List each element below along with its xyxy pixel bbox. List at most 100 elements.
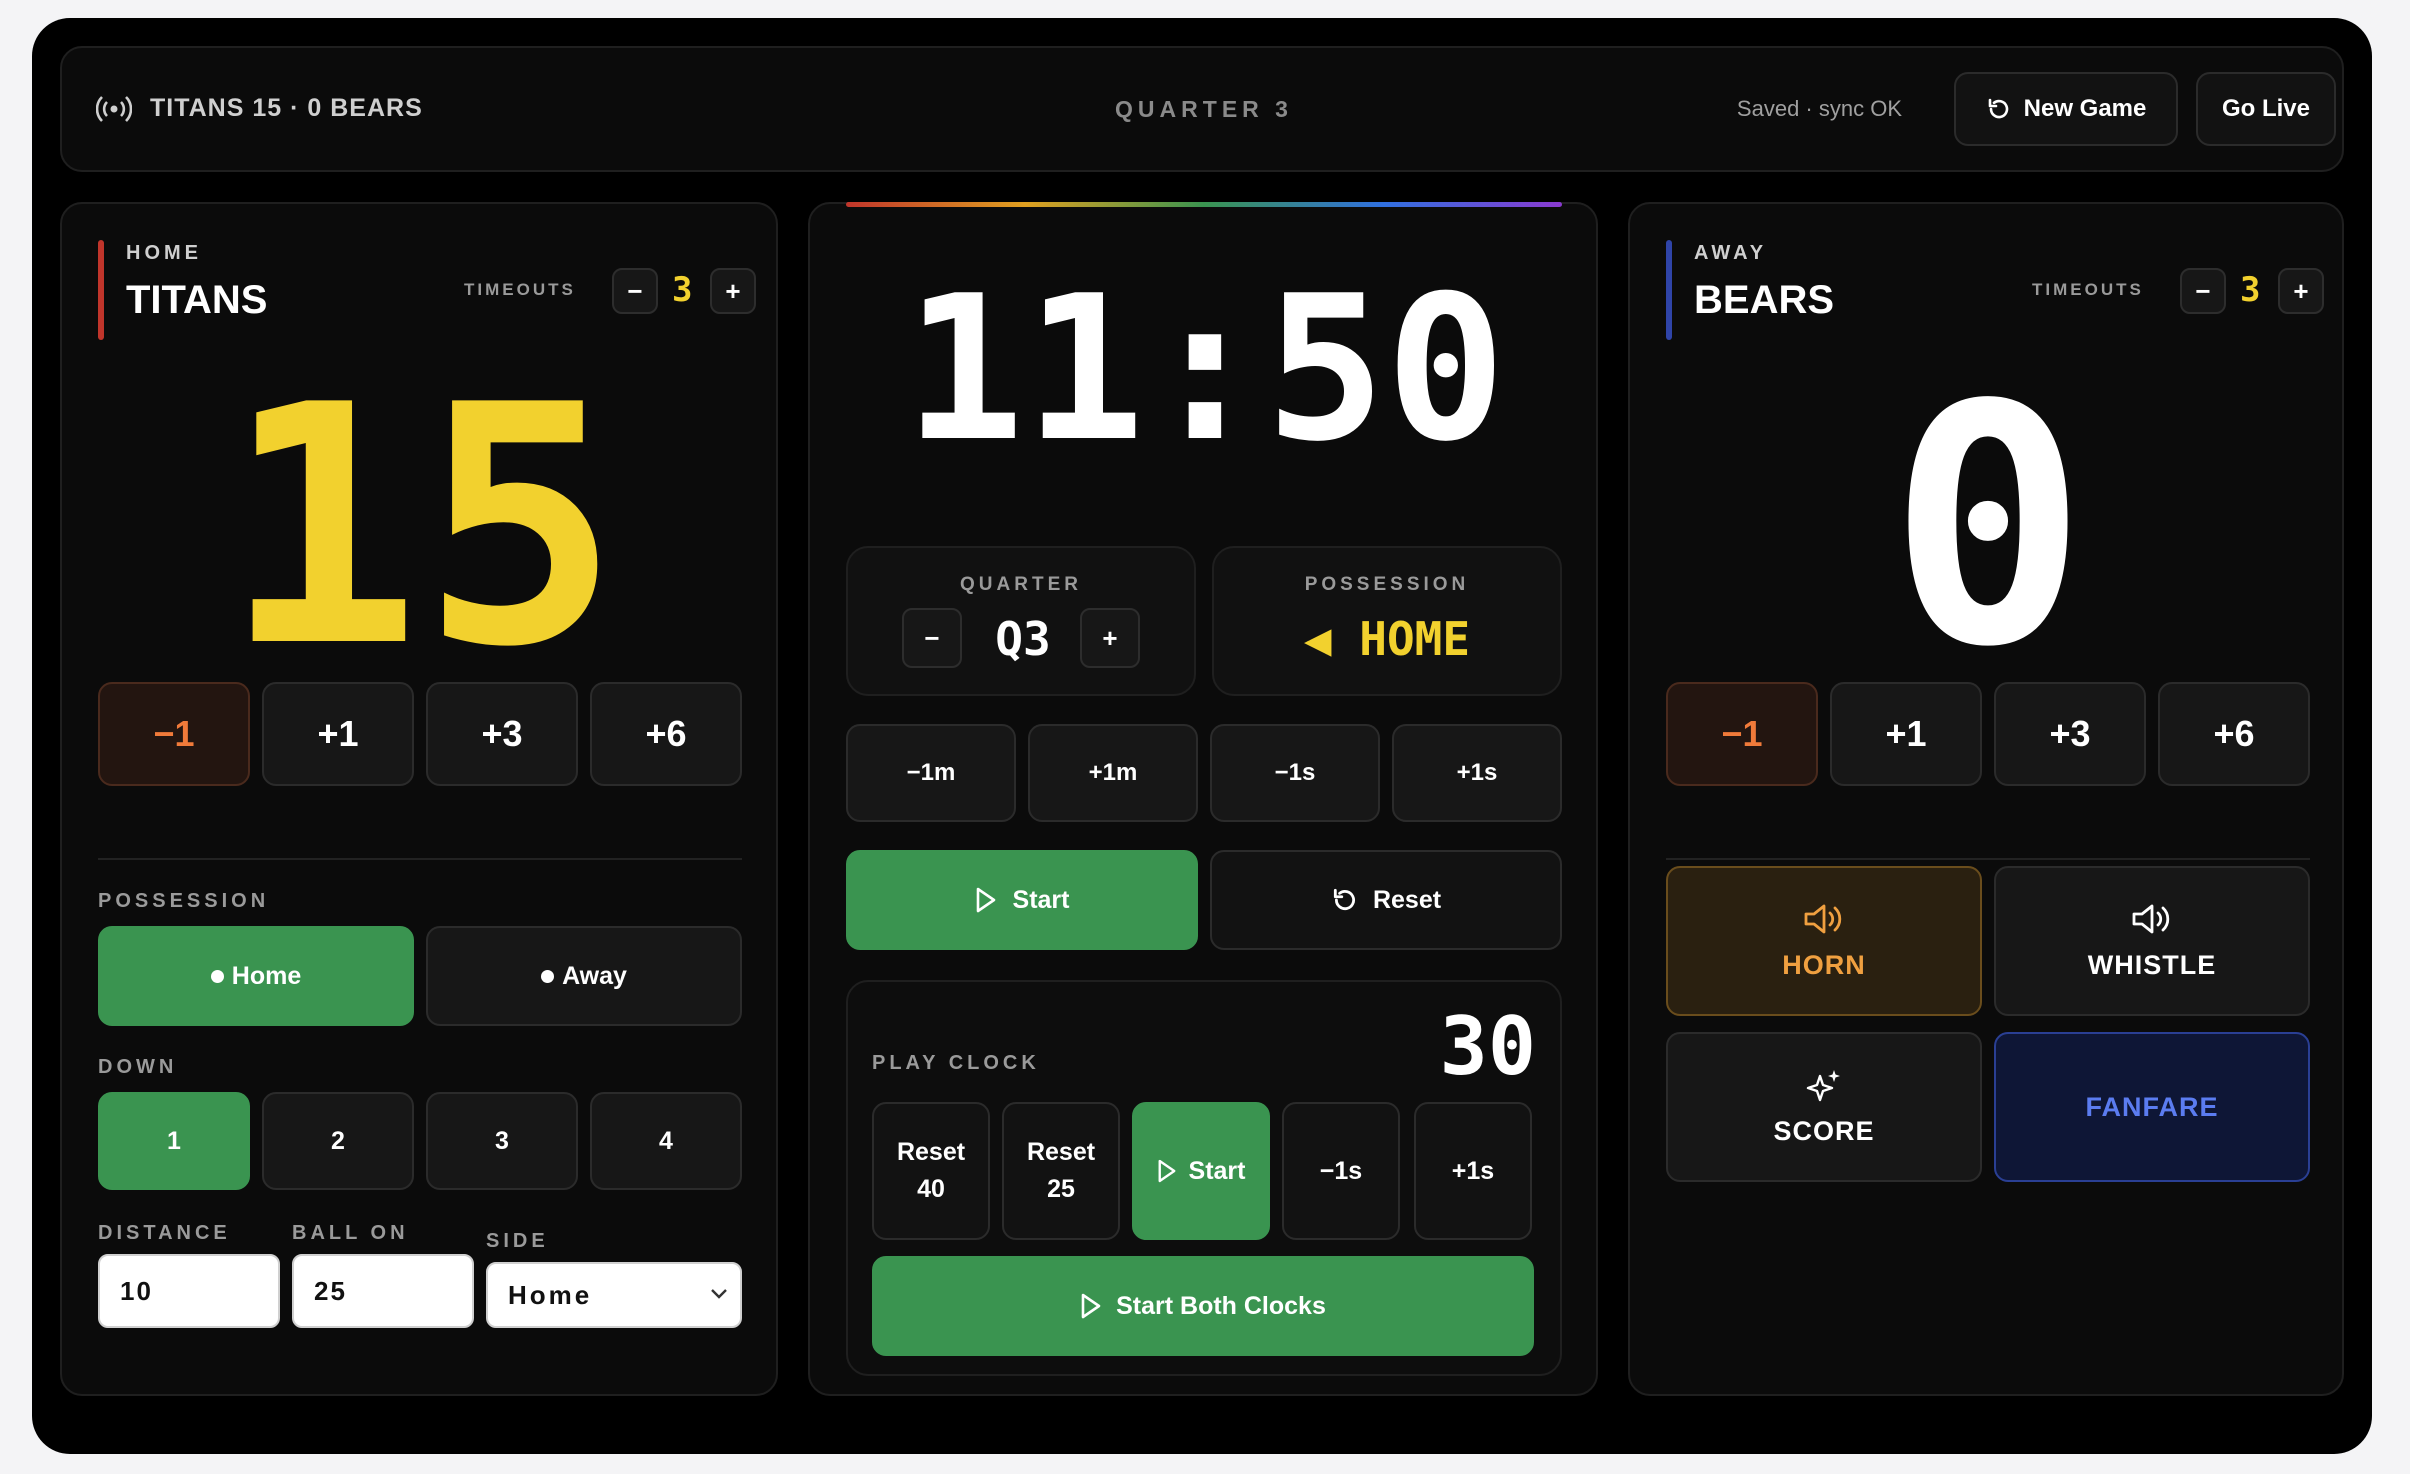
home-team-name: TITANS bbox=[126, 278, 268, 322]
clock-reset-button[interactable]: Reset bbox=[1210, 850, 1562, 950]
clock-minus-1m-button[interactable]: −1m bbox=[846, 724, 1016, 822]
away-timeout-minus-button[interactable]: − bbox=[2180, 268, 2226, 314]
home-panel: HOME TITANS TIMEOUTS − 3 + 15 −1 +1 +3 +… bbox=[60, 202, 778, 1396]
horn-button[interactable]: HORN bbox=[1666, 866, 1982, 1016]
away-team-name: BEARS bbox=[1694, 278, 1835, 322]
home-timeout-minus-button[interactable]: − bbox=[612, 268, 658, 314]
distance-input[interactable]: 10 bbox=[98, 1254, 280, 1328]
down-2-button[interactable]: 2 bbox=[262, 1092, 414, 1190]
away-minus1-button[interactable]: −1 bbox=[1666, 682, 1818, 786]
possession-away-button[interactable]: Away bbox=[426, 926, 742, 1026]
home-side-label: HOME bbox=[126, 242, 202, 264]
new-game-button[interactable]: New Game bbox=[1954, 72, 2178, 146]
clock-plus-1s-button[interactable]: +1s bbox=[1392, 724, 1562, 822]
go-live-label: Go Live bbox=[2221, 95, 2311, 122]
play-clock-start-button[interactable]: Start bbox=[1132, 1102, 1270, 1240]
home-plus3-button[interactable]: +3 bbox=[426, 682, 578, 786]
header-bar: TITANS 15 · 0 BEARS QUARTER 3 Saved · sy… bbox=[60, 46, 2344, 172]
home-score: 15 bbox=[222, 335, 620, 719]
app-frame: TITANS 15 · 0 BEARS QUARTER 3 Saved · sy… bbox=[32, 18, 2372, 1454]
quarter-box: QUARTER − Q3 + bbox=[846, 546, 1196, 696]
score-sound-button[interactable]: SCORE bbox=[1666, 1032, 1982, 1182]
speaker-icon bbox=[2130, 902, 2174, 936]
quarter-box-label: QUARTER bbox=[960, 574, 1082, 595]
play-clock-minus-button[interactable]: −1s bbox=[1282, 1102, 1400, 1240]
home-accent-bar bbox=[98, 240, 104, 340]
reset-25-bottom: 25 bbox=[1047, 1175, 1075, 1203]
ball-on-label: BALL ON bbox=[292, 1222, 409, 1244]
new-game-label: New Game bbox=[2023, 95, 2147, 122]
away-timeouts-label: TIMEOUTS bbox=[2032, 280, 2144, 299]
reset-icon bbox=[1986, 96, 2012, 122]
home-timeouts-label: TIMEOUTS bbox=[464, 280, 576, 299]
reset-40-bottom: 40 bbox=[917, 1175, 945, 1203]
clock-plus-1m-button[interactable]: +1m bbox=[1028, 724, 1198, 822]
home-minus1-button[interactable]: −1 bbox=[98, 682, 250, 786]
home-plus6-button[interactable]: +6 bbox=[590, 682, 742, 786]
go-live-button[interactable]: Go Live bbox=[2196, 72, 2336, 146]
reset-25-button[interactable]: Reset 25 bbox=[1002, 1102, 1120, 1240]
ball-on-input[interactable]: 25 bbox=[292, 1254, 474, 1328]
score-sound-label: SCORE bbox=[1773, 1115, 1875, 1146]
center-panel: 11:50 QUARTER − Q3 + POSSESSION ◀ HOME −… bbox=[808, 202, 1598, 1396]
possession-home-label: Home bbox=[231, 961, 302, 990]
home-plus1-button[interactable]: +1 bbox=[262, 682, 414, 786]
possession-indicator: ◀ HOME bbox=[1303, 612, 1471, 666]
away-plus6-button[interactable]: +6 bbox=[2158, 682, 2310, 786]
clock-reset-label: Reset bbox=[1372, 885, 1442, 914]
play-icon bbox=[1080, 1293, 1102, 1319]
away-timeout-plus-button[interactable]: + bbox=[2278, 268, 2324, 314]
reset-25-top: Reset bbox=[1026, 1137, 1096, 1166]
reset-40-button[interactable]: Reset 40 bbox=[872, 1102, 990, 1240]
away-side-label: AWAY bbox=[1694, 242, 1768, 264]
dot-icon bbox=[210, 969, 224, 983]
possession-away-label: Away bbox=[562, 961, 627, 990]
dot-icon bbox=[541, 969, 555, 983]
possession-home-button[interactable]: Home bbox=[98, 926, 414, 1026]
quarter-minus-button[interactable]: − bbox=[902, 608, 962, 668]
fanfare-label: FANFARE bbox=[2085, 1091, 2219, 1122]
down-3-button[interactable]: 3 bbox=[426, 1092, 578, 1190]
speaker-icon bbox=[1802, 902, 1846, 936]
away-plus3-button[interactable]: +3 bbox=[1994, 682, 2146, 786]
distance-label: DISTANCE bbox=[98, 1222, 231, 1244]
fanfare-button[interactable]: FANFARE bbox=[1994, 1032, 2310, 1182]
home-timeout-plus-button[interactable]: + bbox=[710, 268, 756, 314]
start-both-clocks-label: Start Both Clocks bbox=[1116, 1291, 1326, 1320]
side-select[interactable]: Home bbox=[486, 1262, 742, 1328]
divider bbox=[1666, 858, 2310, 860]
whistle-label: WHISTLE bbox=[2087, 949, 2217, 980]
play-clock-start-label: Start bbox=[1188, 1156, 1246, 1185]
away-accent-bar bbox=[1666, 240, 1672, 340]
start-both-clocks-button[interactable]: Start Both Clocks bbox=[872, 1256, 1534, 1356]
home-timeouts-value: 3 bbox=[672, 270, 693, 310]
down-1-button[interactable]: 1 bbox=[98, 1092, 250, 1190]
quarter-value: Q3 bbox=[995, 612, 1051, 666]
play-icon bbox=[975, 887, 997, 913]
quarter-plus-button[interactable]: + bbox=[1080, 608, 1140, 668]
away-score: 0 bbox=[1888, 335, 2088, 719]
possession-label: POSSESSION bbox=[98, 890, 270, 912]
game-clock: 11:50 bbox=[903, 253, 1507, 486]
down-label: DOWN bbox=[98, 1056, 178, 1078]
play-clock-plus-button[interactable]: +1s bbox=[1414, 1102, 1532, 1240]
reset-40-top: Reset bbox=[896, 1137, 966, 1166]
possession-box-label: POSSESSION bbox=[1304, 574, 1470, 595]
reset-icon bbox=[1331, 886, 1359, 914]
whistle-button[interactable]: WHISTLE bbox=[1994, 866, 2310, 1016]
chevron-down-icon bbox=[710, 1288, 728, 1300]
clock-start-label: Start bbox=[1012, 885, 1070, 914]
sync-status: Saved · sync OK bbox=[1736, 96, 1902, 121]
side-label: SIDE bbox=[486, 1230, 549, 1252]
away-plus1-button[interactable]: +1 bbox=[1830, 682, 1982, 786]
divider bbox=[98, 858, 742, 860]
clock-minus-1s-button[interactable]: −1s bbox=[1210, 724, 1380, 822]
play-clock-box: PLAY CLOCK 30 Reset 40 Reset 25 Start −1… bbox=[846, 980, 1562, 1376]
horn-label: HORN bbox=[1782, 949, 1866, 980]
play-clock-label: PLAY CLOCK bbox=[872, 1052, 1040, 1074]
away-timeouts-value: 3 bbox=[2240, 270, 2261, 310]
down-4-button[interactable]: 4 bbox=[590, 1092, 742, 1190]
clock-start-button[interactable]: Start bbox=[846, 850, 1198, 950]
side-select-value: Home bbox=[508, 1279, 593, 1310]
play-clock-value: 30 bbox=[1439, 1000, 1536, 1093]
